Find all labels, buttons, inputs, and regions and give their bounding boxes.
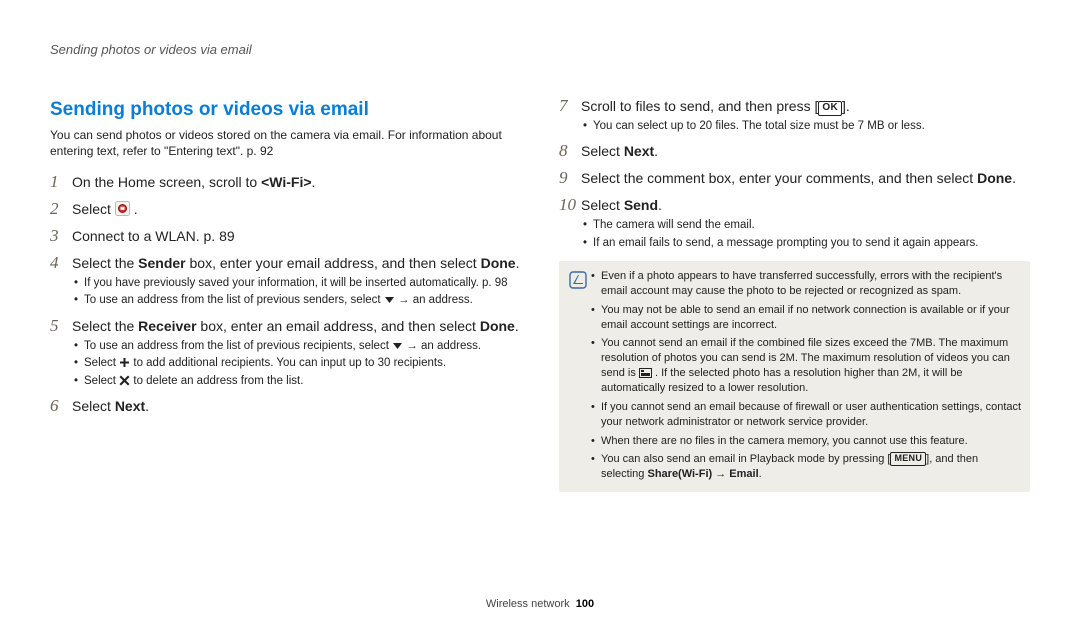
- step-5: 5 Select the Receiver box, enter an emai…: [50, 317, 521, 389]
- right-column: 7 Scroll to files to send, and then pres…: [559, 97, 1030, 492]
- step-text: Scroll to files to send, and then press …: [581, 97, 1030, 116]
- sub-item: Select to delete an address from the lis…: [72, 374, 521, 390]
- step-text: Select .: [72, 201, 138, 217]
- sub-list: You can select up to 20 files. The total…: [581, 119, 1030, 135]
- step-text: Select Send.: [581, 196, 1030, 215]
- sub-item: The camera will send the email.: [581, 218, 1030, 234]
- step-text: Select the comment box, enter your comme…: [581, 170, 1016, 186]
- step-number: 2: [50, 200, 72, 219]
- step-number: 8: [559, 142, 581, 161]
- chevron-down-icon: [384, 295, 395, 305]
- step-text: Connect to a WLAN. p. 89: [72, 228, 235, 244]
- page-number: 100: [576, 598, 594, 610]
- footer-section: Wireless network: [486, 598, 570, 610]
- sub-list: If you have previously saved your inform…: [72, 276, 521, 309]
- running-head: Sending photos or videos via email: [50, 42, 1030, 57]
- manual-page: Sending photos or videos via email Sendi…: [0, 0, 1080, 630]
- step-6: 6 Select Next.: [50, 397, 521, 416]
- left-column: Sending photos or videos via email You c…: [50, 97, 521, 492]
- sub-list: The camera will send the email. If an em…: [581, 218, 1030, 251]
- note-list: Even if a photo appears to have transfer…: [591, 269, 1024, 482]
- sub-item: Select to add additional recipients. You…: [72, 356, 521, 372]
- note-item: If you cannot send an email because of f…: [591, 400, 1024, 430]
- email-app-icon: [115, 201, 130, 216]
- step-3: 3 Connect to a WLAN. p. 89: [50, 227, 521, 246]
- sub-item: You can select up to 20 files. The total…: [581, 119, 1030, 135]
- sub-item: To use an address from the list of previ…: [72, 339, 521, 355]
- step-2: 2 Select .: [50, 200, 521, 219]
- section-title: Sending photos or videos via email: [50, 97, 521, 123]
- note-item: You cannot send an email if the combined…: [591, 336, 1024, 395]
- menu-button-icon: MENU: [890, 452, 926, 466]
- note-item: Even if a photo appears to have transfer…: [591, 269, 1024, 299]
- chevron-down-icon: [392, 341, 403, 351]
- page-footer: Wireless network 100: [0, 598, 1080, 610]
- step-4: 4 Select the Sender box, enter your emai…: [50, 254, 521, 309]
- step-9: 9 Select the comment box, enter your com…: [559, 169, 1030, 188]
- two-column-layout: Sending photos or videos via email You c…: [50, 97, 1030, 492]
- step-number: 1: [50, 173, 72, 192]
- step-7: 7 Scroll to files to send, and then pres…: [559, 97, 1030, 134]
- step-number: 6: [50, 397, 72, 416]
- step-text: Select Next.: [72, 398, 149, 414]
- note-box: Even if a photo appears to have transfer…: [559, 261, 1030, 492]
- intro-paragraph: You can send photos or videos stored on …: [50, 127, 521, 159]
- sub-list: To use an address from the list of previ…: [72, 339, 521, 390]
- plus-icon: [119, 357, 130, 368]
- ok-button-icon: OK: [818, 101, 842, 116]
- step-number: 10: [559, 196, 581, 215]
- step-number: 7: [559, 97, 581, 116]
- step-1: 1 On the Home screen, scroll to <Wi-Fi>.: [50, 173, 521, 192]
- note-icon: [565, 269, 591, 482]
- step-number: 9: [559, 169, 581, 188]
- x-icon: [119, 375, 130, 386]
- note-item: You can also send an email in Playback m…: [591, 452, 1024, 482]
- step-10: 10 Select Send. The camera will send the…: [559, 196, 1030, 251]
- step-text: Select the Receiver box, enter an email …: [72, 317, 521, 336]
- note-item: When there are no files in the camera me…: [591, 434, 1024, 449]
- step-number: 5: [50, 317, 72, 336]
- note-item: You may not be able to send an email if …: [591, 303, 1024, 333]
- video-resolution-icon: [639, 368, 652, 378]
- step-8: 8 Select Next.: [559, 142, 1030, 161]
- step-text: Select Next.: [581, 143, 658, 159]
- sub-item: If an email fails to send, a message pro…: [581, 236, 1030, 252]
- step-number: 3: [50, 227, 72, 246]
- step-number: 4: [50, 254, 72, 273]
- sub-item: To use an address from the list of previ…: [72, 293, 521, 309]
- step-text: On the Home screen, scroll to <Wi-Fi>.: [72, 174, 315, 190]
- sub-item: If you have previously saved your inform…: [72, 276, 521, 292]
- step-text: Select the Sender box, enter your email …: [72, 254, 521, 273]
